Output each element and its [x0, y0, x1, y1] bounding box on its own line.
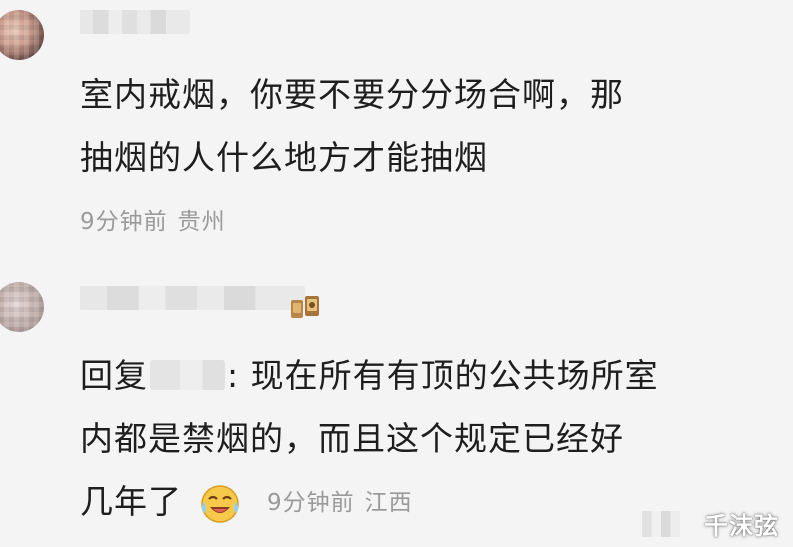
comment-first-text: 现在所有有顶的公共场所室 — [250, 356, 659, 395]
comment-time: 9分钟前 — [267, 490, 355, 516]
comment-body: 回复: 现在所有有顶的公共场所室 内都是禁烟的，而且这个规定已经好 几年了 9分… — [80, 344, 780, 535]
comment-line: 室内戒烟，你要不要分分场合啊，那 — [80, 75, 624, 114]
comment-location: 贵州 — [177, 209, 226, 235]
comment-item: 室内戒烟，你要不要分分场合啊，那 抽烟的人什么地方才能抽烟 9分钟前 贵州 — [0, 0, 793, 262]
crying-laughing-emoji — [200, 484, 239, 523]
avatar[interactable] — [0, 282, 44, 332]
blurred-username[interactable] — [80, 10, 190, 34]
comment-line: 抽烟的人什么地方才能抽烟 — [80, 138, 488, 177]
comment-last-text: 几年了 — [80, 482, 182, 521]
comment-time: 9分钟前 — [80, 209, 168, 235]
blurred-mention[interactable] — [150, 359, 225, 390]
medal-badge-icon — [291, 296, 319, 318]
comment-meta: 9分钟前 江西 — [267, 472, 413, 535]
avatar[interactable] — [0, 10, 44, 60]
watermark-blur — [642, 511, 680, 537]
reply-prefix: 回复 — [80, 356, 148, 395]
comment-line: 内都是禁烟的，而且这个规定已经好 — [80, 419, 624, 458]
comment-body: 室内戒烟，你要不要分分场合啊，那 抽烟的人什么地方才能抽烟 — [80, 63, 780, 189]
comment-meta: 9分钟前 贵州 — [80, 202, 226, 236]
blurred-username[interactable] — [80, 286, 305, 310]
comment-item: 回复: 现在所有有顶的公共场所室 内都是禁烟的，而且这个规定已经好 几年了 9分… — [0, 272, 793, 547]
reply-colon: : — [227, 356, 240, 395]
comment-line: 回复: 现在所有有顶的公共场所室 — [80, 344, 780, 407]
watermark: 千沫弦 — [704, 512, 779, 540]
comment-location: 江西 — [364, 490, 413, 516]
